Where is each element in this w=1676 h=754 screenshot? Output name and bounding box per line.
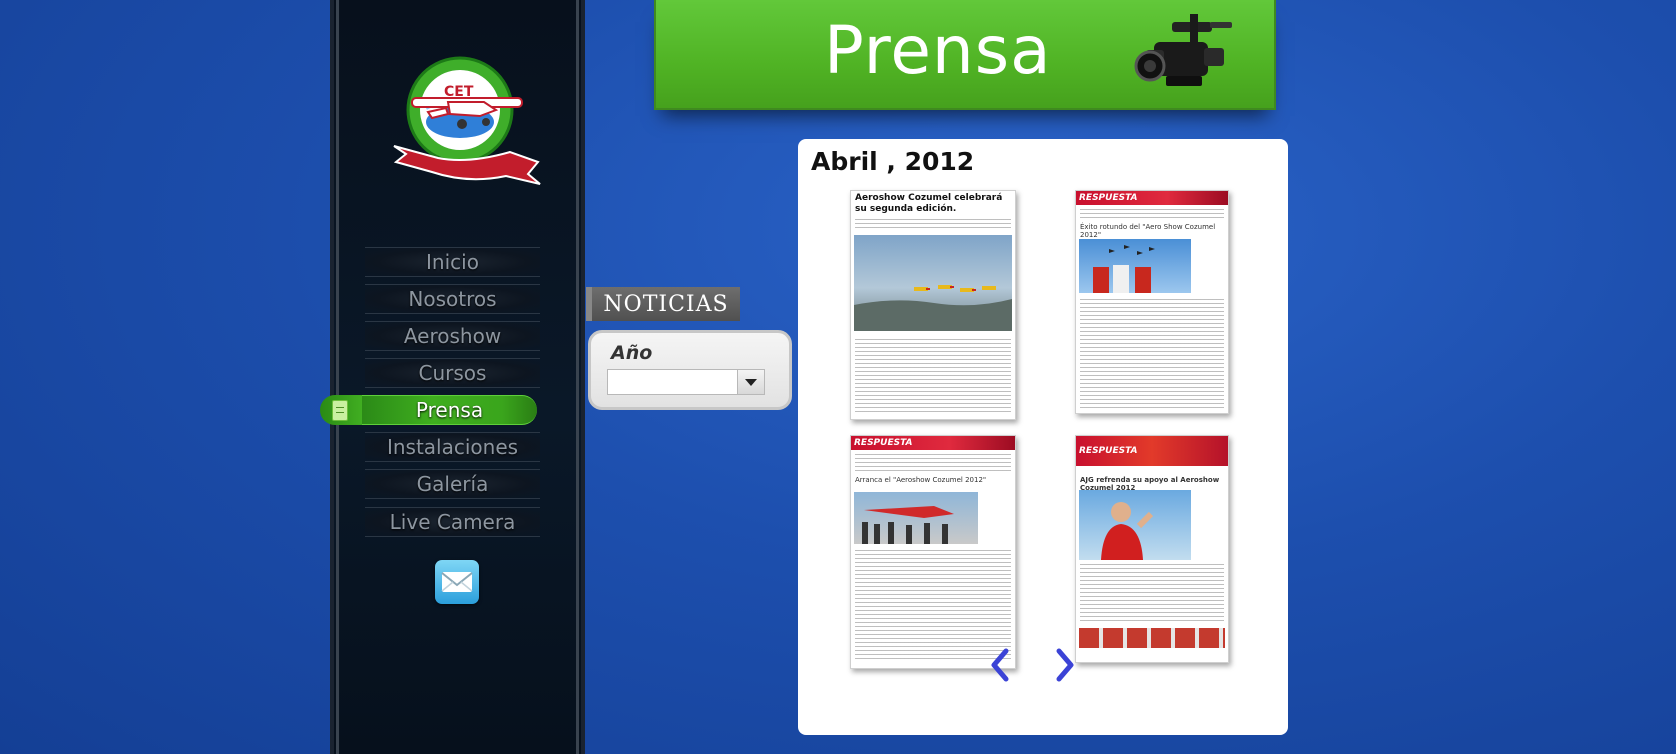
clip-masthead: RESPUESTA <box>1076 191 1228 205</box>
press-clip[interactable]: Aeroshow Cozumel celebrará su segunda ed… <box>850 190 1016 420</box>
nav-item-prensa[interactable]: Prensa <box>362 395 537 425</box>
clip-text-lines <box>855 219 1011 231</box>
nav-item-instalaciones[interactable]: Instalaciones <box>365 432 540 462</box>
svg-text:CET: CET <box>444 84 474 100</box>
note-icon <box>332 400 348 421</box>
envelope-icon <box>441 572 473 592</box>
page-header: Prensa <box>654 0 1276 110</box>
nav-item-label: Aeroshow <box>403 324 502 348</box>
clip-photo <box>1079 490 1191 560</box>
clip-headline: Éxito rotundo del "Aero Show Cozumel 201… <box>1080 223 1216 239</box>
clip-text-lines <box>855 454 1011 472</box>
nav-item-label: Inicio <box>426 250 479 274</box>
press-content-panel: Abril , 2012 Aeroshow Cozumel celebrará … <box>798 139 1288 735</box>
clip-masthead: RESPUESTA <box>1076 436 1228 466</box>
nav-item-inicio[interactable]: Inicio <box>365 247 540 277</box>
clip-photo <box>854 492 978 544</box>
chevron-right-icon[interactable] <box>1051 647 1079 683</box>
press-clip[interactable]: RESPUESTA AJG refrenda su apoyo al Aeros… <box>1075 435 1229 663</box>
clip-text-lines <box>1080 564 1224 624</box>
mail-button[interactable] <box>435 560 479 604</box>
nav-item-nosotros[interactable]: Nosotros <box>365 284 540 314</box>
nav-item-label: Instalaciones <box>386 435 519 459</box>
year-label: Año <box>611 342 653 364</box>
nav-item-label: Prensa <box>415 398 484 422</box>
month-title: Abril , 2012 <box>811 147 975 176</box>
press-clip[interactable]: RESPUESTA Arranca el "Aeroshow Cozumel 2… <box>850 435 1016 669</box>
video-camera-icon <box>1134 14 1232 86</box>
nav-item-aeroshow[interactable]: Aeroshow <box>365 321 540 351</box>
noticias-label: NOTICIAS <box>586 287 740 321</box>
year-select[interactable] <box>607 369 765 395</box>
nav-item-label: Cursos <box>418 361 487 385</box>
clip-headline: Arranca el "Aeroshow Cozumel 2012" <box>855 476 987 484</box>
clip-masthead: RESPUESTA <box>851 436 1015 450</box>
chevron-down-icon[interactable] <box>737 370 764 394</box>
nav-item-galeria[interactable]: Galería <box>365 469 540 499</box>
aerodromo-logo[interactable]: CET <box>388 50 548 190</box>
press-clip[interactable]: RESPUESTA Éxito rotundo del "Aero Show C… <box>1075 190 1229 414</box>
page-title: Prensa <box>824 12 1052 89</box>
year-filter-panel: Año <box>588 330 792 410</box>
nav-item-cursos[interactable]: Cursos <box>365 358 540 388</box>
nav-item-label: Galería <box>416 472 489 496</box>
chevron-left-icon[interactable] <box>986 647 1014 683</box>
clip-text-lines <box>1080 209 1224 219</box>
clip-photo-strip <box>1079 628 1225 648</box>
nav-item-live-camera[interactable]: Live Camera <box>365 507 540 537</box>
clip-text-lines <box>855 339 1011 415</box>
clip-photo <box>1079 239 1191 293</box>
clip-text-lines <box>855 550 1011 660</box>
clip-text-lines <box>1080 299 1224 409</box>
clip-photo <box>854 235 1012 331</box>
nav-item-label: Live Camera <box>389 510 516 534</box>
clip-headline: Aeroshow Cozumel celebrará su segunda ed… <box>855 193 1003 214</box>
nav-item-label: Nosotros <box>408 287 497 311</box>
